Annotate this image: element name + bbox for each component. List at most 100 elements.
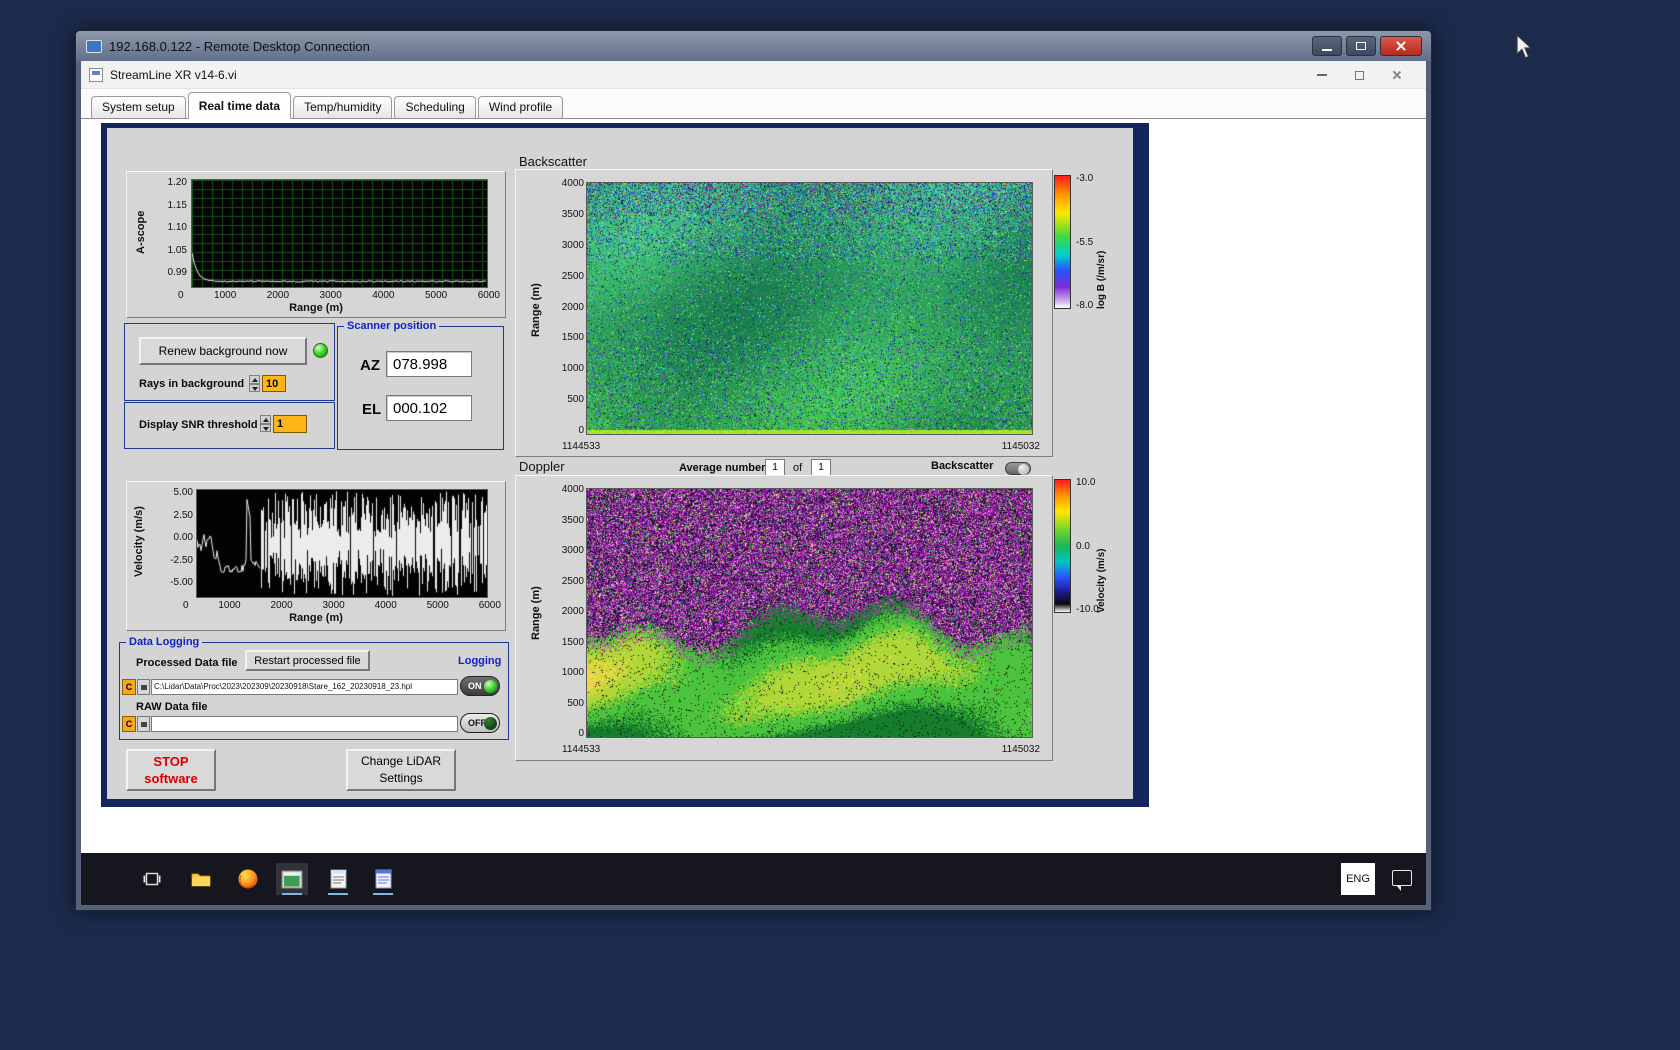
tick-label: 0.99: [167, 267, 187, 278]
backscatter-colorbar: [1054, 175, 1071, 309]
notes-icon: [375, 869, 391, 889]
increment-button[interactable]: [260, 415, 271, 424]
tab-scheduling[interactable]: Scheduling: [394, 96, 476, 118]
backscatter-plot-panel: Range (m) 4000 3500 3000 2500 2000 1500 …: [515, 169, 1053, 457]
backscatter-y-ticks: 4000 3500 3000 2500 2000 1500 1000 500 0: [550, 178, 584, 436]
decrement-button[interactable]: [249, 383, 260, 392]
rays-in-background-field[interactable]: 10: [262, 375, 286, 392]
backscatter-heatmap: [586, 182, 1033, 435]
increment-button[interactable]: [249, 375, 260, 384]
task-view-icon: [143, 872, 161, 886]
desktop: 192.168.0.122 - Remote Desktop Connectio…: [0, 0, 1680, 1050]
app-close-icon[interactable]: [1392, 70, 1402, 80]
tick-label: -5.00: [170, 577, 193, 588]
change-lidar-settings-button[interactable]: Change LiDAR Settings: [346, 749, 456, 791]
feedback-chat-icon[interactable]: [1392, 870, 1412, 891]
tick-label: 1000: [214, 290, 237, 301]
tab-system-setup[interactable]: System setup: [91, 96, 186, 118]
ascope-y-axis-label: A-scope: [135, 210, 147, 254]
tick-label: 6000: [477, 290, 500, 301]
tick-label: 0: [183, 600, 189, 611]
tick-label: 500: [567, 697, 584, 709]
backscatter-x-ticks: 1144533 1145032: [562, 441, 1040, 452]
velocity-plot-panel: Velocity (m/s) 5.00 2.50 0.00 -2.50 -5.0…: [126, 481, 506, 631]
restart-processed-file-button[interactable]: Restart processed file: [245, 650, 370, 671]
tab-temp-humidity[interactable]: Temp/humidity: [293, 96, 393, 118]
tick-label: 0.00: [173, 532, 193, 543]
az-label: AZ: [360, 357, 380, 374]
el-field[interactable]: 000.102: [386, 395, 472, 421]
rays-in-background-label: Rays in background: [139, 378, 245, 390]
file-explorer-button[interactable]: [185, 863, 217, 895]
app-maximize-icon[interactable]: [1355, 70, 1364, 80]
front-panel-gray: A-scope 1.20 1.15 1.10 1.05 0.99 0 1000 …: [107, 128, 1133, 799]
backscatter-toggle[interactable]: [1005, 462, 1031, 475]
tick-label: 3000: [561, 545, 584, 556]
tick-label: 3000: [319, 290, 342, 301]
renew-background-button[interactable]: Renew background now: [139, 337, 307, 365]
remote-desktop: StreamLine XR v14-6.vi System setup Real…: [81, 61, 1426, 905]
scan-scheduler-button[interactable]: [322, 863, 354, 895]
backscatter-y-axis-label: Range (m): [530, 283, 542, 337]
snr-threshold-field[interactable]: 1: [273, 415, 307, 433]
processed-path-drive[interactable]: C: [122, 679, 136, 695]
backscatter-colorbar-ticks: -3.0 -5.5 -8.0: [1076, 173, 1093, 311]
stop-line2: software: [144, 771, 198, 786]
scanner-position-title: Scanner position: [344, 319, 440, 333]
task-view-button[interactable]: [136, 863, 168, 895]
raw-path-browse-icon[interactable]: [137, 716, 150, 732]
tick-label: 1500: [561, 636, 584, 648]
tick-label: 0: [178, 290, 184, 301]
average-number-field[interactable]: 1: [765, 459, 785, 476]
tick-label: -8.0: [1076, 300, 1094, 311]
language-indicator[interactable]: ENG: [1341, 863, 1375, 895]
az-field[interactable]: 078.998: [386, 351, 472, 377]
average-total-field[interactable]: 1: [811, 459, 831, 476]
change-line2: Settings: [379, 771, 423, 785]
active-app-indicator: [282, 893, 302, 895]
rdp-close-button[interactable]: [1380, 36, 1422, 56]
tick-label: 5.00: [173, 487, 193, 498]
tick-label: 2000: [561, 606, 584, 617]
tick-label: -2.50: [170, 554, 193, 566]
tick-label: -5.5: [1076, 236, 1094, 248]
of-label: of: [793, 462, 803, 474]
doppler-plot-panel: Range (m) 4000 3500 3000 2500 2000 1500 …: [515, 475, 1053, 761]
tick-label: 2.50: [173, 509, 193, 521]
app-titlebar[interactable]: StreamLine XR v14-6.vi: [81, 61, 1426, 89]
rdp-maximize-button[interactable]: [1346, 36, 1376, 56]
renew-background-led: [313, 343, 328, 358]
open-window-indicator: [328, 893, 348, 895]
rdp-minimize-button[interactable]: [1312, 36, 1342, 56]
tab-bar: System setup Real time data Temp/humidit…: [81, 89, 1426, 119]
doppler-title: Doppler: [519, 459, 565, 474]
ascope-x-axis-label: Range (m): [289, 302, 343, 314]
tab-wind-profile[interactable]: Wind profile: [477, 96, 564, 118]
minimize-icon: [1322, 48, 1332, 51]
notes-button[interactable]: [367, 863, 399, 895]
stop-software-button[interactable]: STOP software: [126, 749, 216, 791]
data-logging-title: Data Logging: [126, 635, 203, 649]
processed-path-field[interactable]: C:\Lidar\Data\Proc\2023\202309\20230918\…: [151, 679, 458, 695]
velocity-y-axis-label: Velocity (m/s): [133, 506, 145, 578]
rdp-titlebar[interactable]: 192.168.0.122 - Remote Desktop Connectio…: [76, 31, 1431, 61]
tab-real-time-data[interactable]: Real time data: [187, 92, 292, 119]
app-window-controls: [1317, 61, 1402, 89]
rdp-title: 192.168.0.122 - Remote Desktop Connectio…: [109, 38, 370, 54]
data-logging-group: Data Logging Processed Data file Restart…: [119, 635, 509, 740]
firefox-button[interactable]: [232, 863, 264, 895]
processed-path-browse-icon[interactable]: [137, 679, 150, 695]
ascope-x-ticks: 0 1000 2000 3000 4000 5000 6000: [178, 290, 500, 301]
decrement-button[interactable]: [260, 423, 271, 432]
doppler-y-ticks: 4000 3500 3000 2500 2000 1500 1000 500 0: [550, 484, 584, 739]
doppler-x-ticks: 1144533 1145032: [562, 744, 1040, 755]
raw-path-drive[interactable]: C: [122, 716, 136, 732]
streamline-app-button[interactable]: [276, 863, 308, 895]
processed-logging-toggle[interactable]: ON: [460, 676, 500, 696]
tick-label: 4000: [372, 290, 395, 301]
raw-logging-toggle[interactable]: OFF: [460, 713, 500, 733]
app-minimize-icon[interactable]: [1317, 74, 1327, 76]
tick-label: 2000: [266, 290, 290, 301]
raw-path-field[interactable]: [151, 716, 458, 732]
backscatter-colorbar-label: log B (/m/sr): [1096, 250, 1107, 309]
